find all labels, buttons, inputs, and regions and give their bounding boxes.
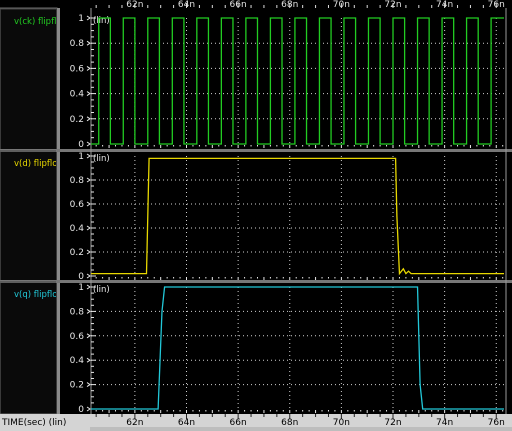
y-tick-marker-icon — [86, 357, 91, 363]
signal-label[interactable]: v(q) flipflop — [14, 290, 63, 300]
y-tick-label: 0.2 — [70, 381, 84, 391]
y-tick-label: 0.6 — [70, 64, 85, 74]
y-tick-label: 1 — [78, 14, 84, 24]
y-tick-label: 0.4 — [70, 90, 85, 100]
scale-label: (lin) — [93, 285, 110, 295]
y-tick-marker-icon — [86, 273, 91, 279]
top-tick-label: 72n — [384, 0, 401, 10]
top-tick-label: 68n — [281, 0, 298, 10]
top-tick-label: 76n — [488, 0, 505, 10]
top-tick-label: 62n — [126, 0, 143, 10]
y-tick-marker-icon — [86, 201, 91, 207]
top-tick-label: 70n — [333, 0, 350, 10]
y-tick-marker-icon — [86, 308, 91, 314]
y-tick-marker-icon — [86, 15, 91, 21]
panel-ck: v(ck) flipflop00.20.40.60.81 (lin) — [0, 8, 504, 150]
signal-label[interactable]: v(d) flipflop — [14, 159, 63, 169]
y-tick-label: 1 — [78, 152, 84, 162]
y-tick-marker-icon — [86, 225, 91, 231]
panel-d: v(d) flipflop 0 0.2 0.4 0.6 0.8 1 (lin) — [0, 150, 504, 282]
y-tick-label: 0.2 — [70, 248, 84, 258]
y-tick-label: 0.8 — [70, 307, 85, 317]
x-axis-label: TIME(sec) (lin) — [1, 418, 66, 428]
y-tick-marker-icon — [86, 284, 91, 290]
label-column — [0, 7, 58, 415]
y-tick-marker-icon — [86, 382, 91, 388]
y-tick-label: 0.6 — [70, 200, 85, 210]
scale-label: (lin) — [93, 154, 110, 164]
y-tick-marker-icon — [86, 141, 91, 147]
y-tick-marker-icon — [86, 65, 91, 71]
bottom-tick-label: 74n — [436, 418, 453, 428]
top-tick-label: 74n — [436, 0, 453, 10]
y-tick-label: 1 — [78, 283, 84, 293]
y-tick-marker-icon — [86, 153, 91, 159]
y-tick-marker-icon — [86, 91, 91, 97]
panel-divider[interactable] — [0, 149, 512, 152]
y-tick-label: 0.6 — [70, 332, 85, 342]
y-tick-label: 0 — [78, 272, 84, 282]
bottom-tick-label: 68n — [281, 418, 298, 428]
bottom-tick-label: 64n — [178, 418, 195, 428]
y-tick-marker-icon — [86, 249, 91, 255]
bottom-tick-label: 62n — [126, 418, 143, 428]
top-tick-label: 66n — [230, 0, 247, 10]
bottom-tick-label: 72n — [384, 418, 401, 428]
top-tick-label: 64n — [178, 0, 195, 10]
y-tick-label: 0.4 — [70, 224, 85, 234]
y-tick-label: 0 — [78, 405, 84, 415]
y-tick-label: 0.4 — [70, 356, 85, 366]
waveform-trace — [91, 286, 504, 410]
y-tick-marker-icon — [86, 116, 91, 122]
y-tick-label: 0.8 — [70, 39, 85, 49]
y-tick-label: 0 — [78, 140, 84, 150]
bottom-tick-label: 66n — [230, 418, 247, 428]
waveform-viewer: 62n 62n 64n 64n 66n 66n 68n 68n 70n 70n 72n 72n 74n 7… — [0, 0, 512, 431]
column-splitter[interactable] — [57, 8, 60, 414]
y-tick-marker-icon — [86, 40, 91, 46]
y-tick-label: 0.2 — [70, 115, 84, 125]
panel-divider[interactable] — [0, 280, 512, 283]
panel-q: v(q) flipflop 0 0.2 0.4 0.6 0.8 1 (lin) — [0, 281, 504, 415]
bottom-tick-label: 76n — [488, 418, 505, 428]
y-tick-label: 0.8 — [70, 176, 85, 186]
y-tick-marker-icon — [86, 333, 91, 339]
waveform-trace — [91, 157, 504, 276]
y-tick-marker-icon — [86, 406, 91, 412]
bottom-tick-label: 70n — [333, 418, 350, 428]
y-tick-marker-icon — [86, 177, 91, 183]
waveform-trace — [91, 17, 504, 145]
